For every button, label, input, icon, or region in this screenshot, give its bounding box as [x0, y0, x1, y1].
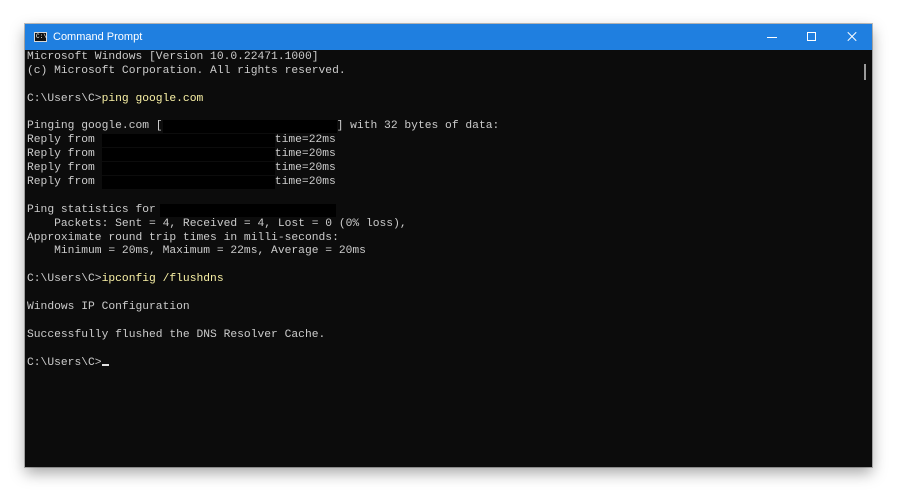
title-bar[interactable]: Command Prompt	[25, 24, 872, 50]
redacted-address	[101, 134, 275, 148]
redacted-ip	[162, 120, 337, 134]
ipconfig-header-line: Windows IP Configuration	[27, 301, 190, 314]
flush-result-line: Successfully flushed the DNS Resolver Ca…	[27, 328, 326, 341]
reply-label: Reply from	[27, 162, 95, 175]
prompt-text: C:\Users\C>	[27, 356, 102, 369]
packets-line: Packets: Sent = 4, Received = 4, Lost = …	[27, 217, 407, 230]
ping-statistics-line: Ping statistics for	[27, 203, 859, 218]
header-copyright-line: (c) Microsoft Corporation. All rights re…	[27, 64, 346, 77]
text-cursor	[101, 363, 109, 366]
reply-line: Reply from time=20ms	[27, 162, 859, 176]
reply-time: time=20ms	[274, 148, 336, 161]
reply-time: time=20ms	[274, 176, 336, 189]
pinging-suffix: ] with 32 bytes of data:	[336, 120, 500, 133]
maximize-icon	[807, 32, 816, 41]
scrollbar-thumb[interactable]	[864, 64, 866, 80]
window-title: Command Prompt	[53, 31, 143, 43]
close-button[interactable]	[832, 24, 872, 50]
redacted-address	[101, 176, 275, 190]
redacted-address	[101, 162, 275, 176]
reply-line: Reply from time=22ms	[27, 134, 859, 148]
rtt-values-line: Minimum = 20ms, Maximum = 22ms, Average …	[27, 245, 366, 258]
stats-header: Ping statistics for	[27, 203, 156, 216]
current-prompt-line[interactable]: C:\Users\C>	[27, 357, 859, 371]
console-output[interactable]: Microsoft Windows [Version 10.0.22471.10…	[25, 50, 859, 467]
redacted-address	[101, 148, 275, 162]
reply-line: Reply from time=20ms	[27, 176, 859, 190]
prompt-line: C:\Users\C>ping google.com	[27, 93, 859, 107]
minimize-button[interactable]	[752, 24, 792, 50]
command-prompt-icon[interactable]	[34, 32, 47, 42]
maximize-button[interactable]	[792, 24, 832, 50]
header-version-line: Microsoft Windows [Version 10.0.22471.10…	[27, 51, 319, 63]
prompt-line: C:\Users\C>ipconfig /flushdns	[27, 273, 859, 287]
reply-time: time=20ms	[274, 162, 336, 175]
command-ipconfig: ipconfig /flushdns	[101, 273, 224, 286]
rtt-header-line: Approximate round trip times in milli-se…	[27, 231, 339, 244]
minimize-icon	[767, 37, 777, 38]
prompt-text: C:\Users\C>	[27, 273, 102, 286]
pinging-line: Pinging google.com [ ] with 32 bytes of d…	[27, 120, 859, 134]
redacted-address	[159, 203, 336, 217]
reply-label: Reply from	[27, 148, 95, 161]
pinging-prefix: Pinging google.com [	[27, 120, 163, 133]
close-icon	[847, 32, 857, 42]
command-ping: ping google.com	[101, 92, 204, 105]
vertical-scrollbar[interactable]	[859, 50, 872, 467]
prompt-text: C:\Users\C>	[27, 92, 102, 105]
reply-label: Reply from	[27, 176, 95, 189]
reply-time: time=22ms	[274, 134, 336, 147]
reply-label: Reply from	[27, 134, 95, 147]
command-prompt-window: Command Prompt Microsoft Windows [Versio…	[25, 24, 872, 467]
desktop-background: Command Prompt Microsoft Windows [Versio…	[0, 0, 900, 502]
reply-line: Reply from time=20ms	[27, 148, 859, 162]
